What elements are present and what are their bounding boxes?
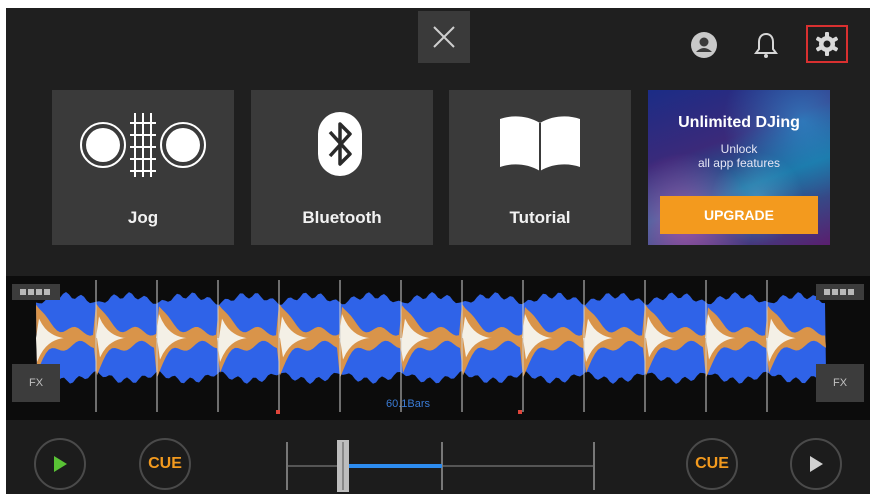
- promo-title: Unlimited DJing: [678, 114, 800, 131]
- play-icon: [810, 456, 823, 472]
- account-button[interactable]: [689, 30, 719, 60]
- bluetooth-icon: [318, 112, 362, 176]
- grip-icon: [824, 289, 854, 295]
- play-right-button[interactable]: [790, 438, 842, 490]
- close-icon: [433, 26, 455, 48]
- dj-app-screen: Jog Bluetooth Tutorial Unlimited DJing U…: [6, 8, 870, 494]
- cue-left-label: CUE: [148, 455, 182, 472]
- jog-card[interactable]: Jog: [52, 90, 234, 245]
- waveform-graphic: [36, 280, 826, 414]
- bars-readout: 60.1Bars: [386, 398, 431, 410]
- jog-wheels-icon: [80, 113, 206, 177]
- right-deck-handle[interactable]: [816, 284, 864, 300]
- jog-label: Jog: [127, 208, 159, 227]
- notifications-button[interactable]: [751, 30, 781, 60]
- transport-controls: CUE CUE: [6, 420, 870, 494]
- cue-marker: [518, 410, 522, 414]
- fx-right-button[interactable]: FX: [816, 364, 864, 402]
- tutorial-label: Tutorial: [509, 208, 571, 227]
- promo-subtitle: Unlock all app features: [648, 142, 830, 170]
- promo-banner: Unlimited DJing Unlock all app features …: [648, 90, 830, 245]
- grip-icon: [20, 289, 50, 295]
- book-icon: [500, 116, 580, 171]
- cue-right-button[interactable]: CUE: [686, 438, 738, 490]
- promo-subtitle-line1: Unlock: [720, 142, 758, 156]
- gear-icon: [815, 32, 839, 56]
- account-icon: [691, 32, 717, 58]
- left-deck-handle[interactable]: [12, 284, 60, 300]
- play-left-button[interactable]: [34, 438, 86, 490]
- waveform-display[interactable]: FX FX 60.1Bars: [6, 276, 870, 420]
- bluetooth-label: Bluetooth: [302, 208, 382, 227]
- close-button[interactable]: [418, 11, 470, 63]
- cue-marker: [276, 410, 280, 414]
- tutorial-card[interactable]: Tutorial: [449, 90, 631, 245]
- cue-right-label: CUE: [695, 455, 729, 472]
- settings-button[interactable]: [806, 25, 848, 63]
- promo-subtitle-line2: all app features: [697, 156, 781, 170]
- crossfader[interactable]: [282, 436, 602, 494]
- cue-left-button[interactable]: CUE: [139, 438, 191, 490]
- upgrade-button[interactable]: UPGRADE: [660, 196, 818, 234]
- bell-icon: [754, 32, 778, 58]
- play-icon: [54, 456, 67, 472]
- bluetooth-card[interactable]: Bluetooth: [251, 90, 433, 245]
- fx-left-button[interactable]: FX: [12, 364, 60, 402]
